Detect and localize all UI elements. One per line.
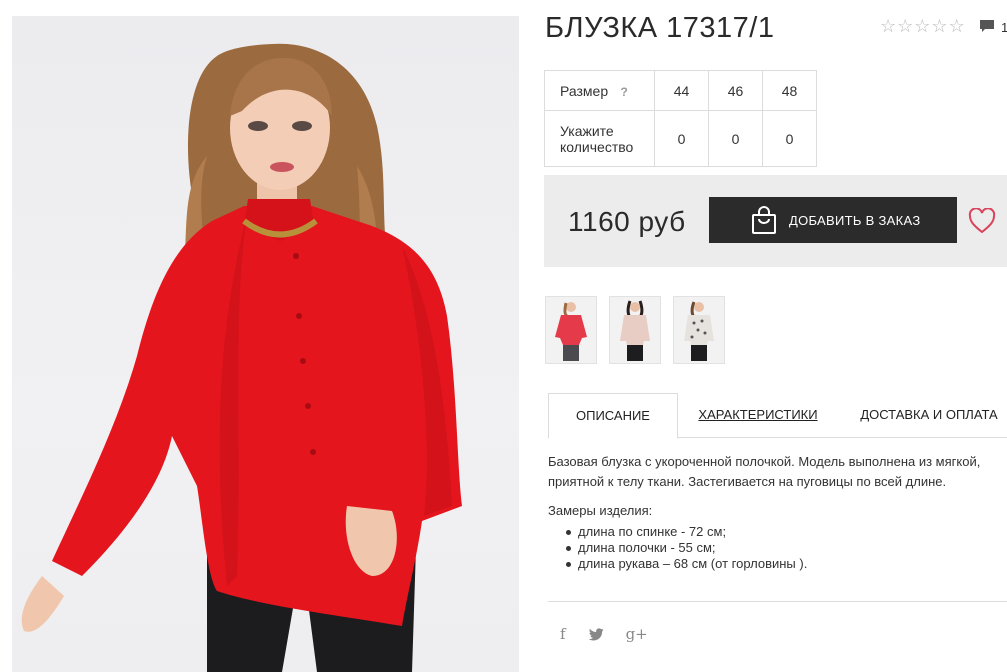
- google-plus-icon[interactable]: g+: [626, 625, 648, 643]
- add-to-order-button[interactable]: ДОБАВИТЬ В ЗАКАЗ: [709, 197, 957, 243]
- product-price: 1160 руб: [568, 206, 686, 237]
- size-48[interactable]: 48: [762, 70, 817, 111]
- price-box: 1160 руб ДОБАВИТЬ В ЗАКАЗ: [544, 175, 1007, 267]
- quantity-input-48[interactable]: 0: [762, 110, 817, 167]
- thumbnail-red[interactable]: [545, 296, 597, 364]
- tab-characteristics[interactable]: ХАРАКТЕРИСТИКИ: [688, 393, 828, 437]
- size-label: Размер: [560, 82, 609, 99]
- star-icon[interactable]: ☆: [897, 17, 913, 35]
- thumbnail-printed-image: [674, 297, 724, 363]
- size-label-cell: Размер?: [544, 70, 655, 111]
- tab-description[interactable]: ОПИСАНИЕ: [548, 393, 678, 439]
- shopping-bag-icon: [752, 206, 776, 234]
- help-icon[interactable]: ?: [616, 85, 632, 99]
- comment-icon[interactable]: [979, 19, 995, 33]
- quantity-input-46[interactable]: 0: [708, 110, 763, 167]
- model-illustration: [21, 43, 462, 672]
- star-icon[interactable]: ☆: [949, 17, 965, 35]
- measure-item: длина по спинке - 72 см;: [560, 524, 807, 540]
- rating-stars[interactable]: ☆ ☆ ☆ ☆ ☆: [880, 17, 965, 35]
- measure-item: длина полочки - 55 см;: [560, 540, 807, 556]
- measures-title: Замеры изделия:: [548, 503, 653, 518]
- heart-icon[interactable]: [968, 208, 996, 234]
- product-title: БЛУЗКА 17317/1: [545, 12, 775, 44]
- facebook-icon[interactable]: f: [560, 625, 566, 643]
- tab-delivery-payment[interactable]: ДОСТАВКА И ОПЛАТА: [854, 393, 1004, 437]
- thumbnail-beige[interactable]: [609, 296, 661, 364]
- thumbnail-gallery: [545, 296, 725, 364]
- thumbnail-red-image: [546, 297, 596, 363]
- description-text: Базовая блузка с укороченной полочкой. М…: [548, 454, 981, 489]
- size-table: Размер? 44 46 48 Укажите количество 0 0 …: [544, 70, 817, 167]
- product-description: Базовая блузка с укороченной полочкой. М…: [548, 452, 1003, 492]
- measure-item: длина рукава – 68 см (от горловины ).: [560, 556, 807, 572]
- product-tabs: ОПИСАНИЕ ХАРАКТЕРИСТИКИ ДОСТАВКА И ОПЛАТ…: [548, 393, 1007, 439]
- thumbnail-beige-image: [610, 297, 660, 363]
- star-icon[interactable]: ☆: [931, 17, 947, 35]
- quantity-label: Укажите количество: [544, 110, 655, 167]
- thumbnail-printed[interactable]: [673, 296, 725, 364]
- size-row: Размер? 44 46 48: [544, 70, 817, 111]
- comment-count[interactable]: 1: [1001, 20, 1007, 35]
- product-main-photo[interactable]: [12, 16, 519, 672]
- star-icon[interactable]: ☆: [880, 17, 896, 35]
- size-46[interactable]: 46: [708, 70, 763, 111]
- star-icon[interactable]: ☆: [914, 17, 930, 35]
- add-to-order-label: ДОБАВИТЬ В ЗАКАЗ: [789, 212, 921, 228]
- size-44[interactable]: 44: [654, 70, 709, 111]
- quantity-input-44[interactable]: 0: [654, 110, 709, 167]
- measures-list: длина по спинке - 72 см; длина полочки -…: [560, 524, 807, 572]
- quantity-row: Укажите количество 0 0 0: [544, 110, 817, 167]
- social-share: f g+: [560, 625, 648, 643]
- twitter-icon[interactable]: [588, 627, 604, 641]
- divider: [548, 601, 1007, 602]
